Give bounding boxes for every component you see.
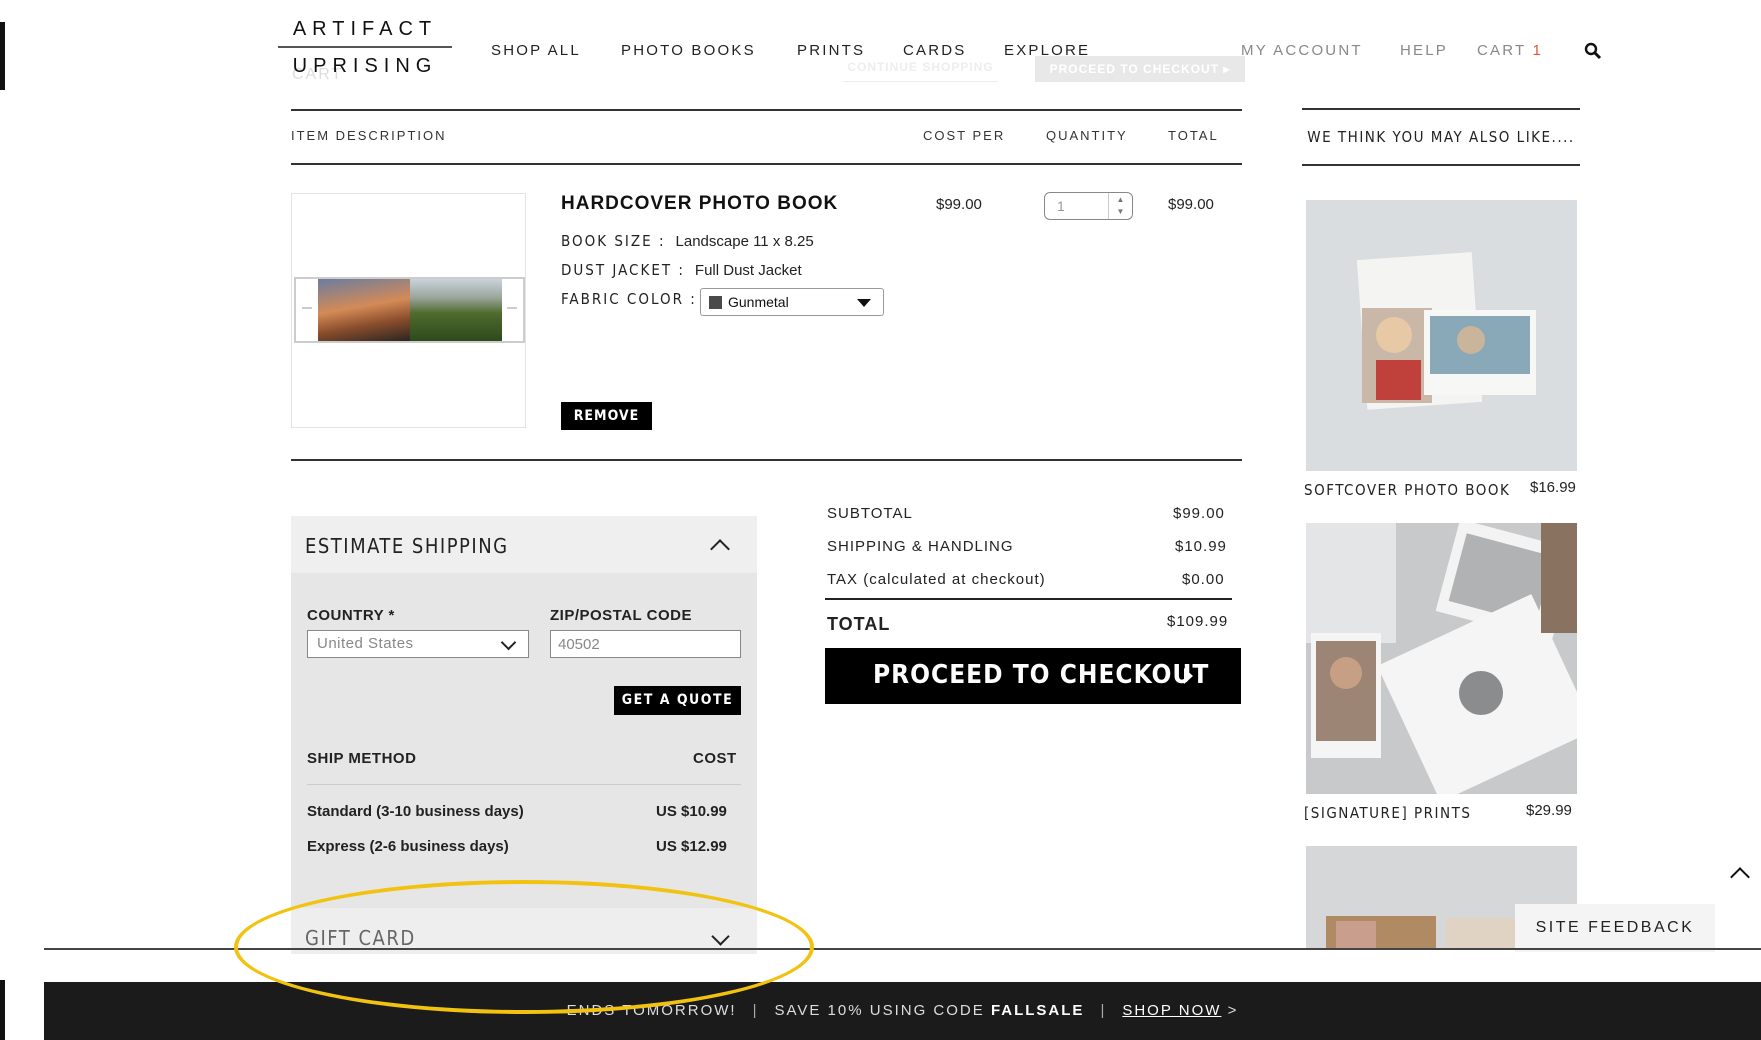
nav-my-account[interactable]: MY ACCOUNT xyxy=(1241,42,1363,59)
logo[interactable]: ARTIFACT UPRISING xyxy=(278,18,452,78)
recommendations-heading: WE THINK YOU MAY ALSO LIKE.... xyxy=(1302,108,1580,166)
nav-photo-books[interactable]: PHOTO BOOKS xyxy=(621,42,756,59)
nav-explore[interactable]: EXPLORE xyxy=(1004,42,1090,59)
checkout-label: PROCEED TO CHECKOUT xyxy=(873,660,1210,690)
nav-help[interactable]: HELP xyxy=(1400,42,1448,59)
option-fabric-color-label: FABRIC COLOR : xyxy=(561,290,707,308)
ship-cost-header: COST xyxy=(693,750,737,767)
nav-shop-all[interactable]: SHOP ALL xyxy=(491,42,581,59)
col-cost-per: COST PER xyxy=(923,128,1006,143)
get-a-quote-button[interactable]: GET A QUOTE xyxy=(614,686,741,715)
subtotal-label: SUBTOTAL xyxy=(827,505,913,522)
ship-method-standard: Standard (3-10 business days) xyxy=(307,803,524,820)
rec-image-prints[interactable] xyxy=(1306,523,1577,794)
item-total: $99.00 xyxy=(1168,196,1214,213)
cart-label: CART xyxy=(1477,42,1527,59)
nav-cards[interactable]: CARDS xyxy=(903,42,967,59)
country-label: COUNTRY * xyxy=(307,607,395,624)
nav-prints[interactable]: PRINTS xyxy=(797,42,865,59)
remove-button[interactable]: REMOVE xyxy=(561,402,652,430)
fabric-swatch xyxy=(709,296,722,309)
nav-cart[interactable]: CART 1 xyxy=(1477,42,1543,59)
promo-code: FALLSALE xyxy=(990,1002,1085,1019)
product-thumbnail[interactable] xyxy=(291,193,526,428)
proceed-to-checkout-top-button[interactable]: PROCEED TO CHECKOUT ▸ xyxy=(1035,56,1245,82)
tax-value: $0.00 xyxy=(1182,571,1225,588)
dust-jacket-label: DUST JACKET : xyxy=(561,261,685,279)
stepper-arrows-icon[interactable]: ▲ ▼ xyxy=(1108,193,1132,219)
site-feedback-button[interactable]: SITE FEEDBACK xyxy=(1515,904,1715,952)
divider xyxy=(307,784,741,785)
promo-shop-now-link[interactable]: SHOP NOW xyxy=(1122,1002,1221,1019)
promo-arrow: > xyxy=(1227,1002,1239,1019)
tax-label: TAX (calculated at checkout) xyxy=(827,571,1046,588)
promo-banner: ENDS TOMORROW! | SAVE 10% USING CODE FALLS… xyxy=(44,982,1761,1040)
country-select[interactable]: United States xyxy=(307,630,529,658)
window-edge xyxy=(0,980,5,1040)
total-value: $109.99 xyxy=(1167,613,1229,630)
ship-cost-express: US $12.99 xyxy=(656,838,727,855)
zip-input[interactable] xyxy=(550,630,741,658)
option-book-size: BOOK SIZE : Landscape 11 x 8.25 xyxy=(561,232,814,250)
proceed-to-checkout-button[interactable]: PROCEED TO CHECKOUT xyxy=(825,648,1241,704)
ship-cost-standard: US $10.99 xyxy=(656,803,727,820)
divider xyxy=(291,459,1242,461)
ship-method-express: Express (2-6 business days) xyxy=(307,838,509,855)
zip-label: ZIP/POSTAL CODE xyxy=(550,607,692,624)
divider xyxy=(291,163,1242,165)
quantity-value: 1 xyxy=(1057,198,1065,214)
chevron-down-icon xyxy=(500,634,517,651)
shipping-label: SHIPPING & HANDLING xyxy=(827,538,1014,555)
fabric-color-label: FABRIC COLOR : xyxy=(561,290,697,308)
book-spread-preview xyxy=(294,277,525,343)
option-dust-jacket: DUST JACKET : Full Dust Jacket xyxy=(561,261,802,279)
photo-sunset xyxy=(318,279,410,341)
logo-line2: UPRISING xyxy=(292,55,438,77)
gift-card-highlight-ellipse xyxy=(234,880,814,1014)
rec-price-prints: $29.99 xyxy=(1526,802,1572,819)
rec-image-softcover[interactable] xyxy=(1306,200,1577,471)
arrow-right-icon xyxy=(1184,668,1193,684)
divider xyxy=(291,109,1242,111)
divider xyxy=(825,598,1232,600)
scroll-to-top-icon[interactable] xyxy=(1730,867,1750,887)
rec-price-softcover: $16.99 xyxy=(1530,479,1576,496)
shipping-value: $10.99 xyxy=(1175,538,1227,555)
book-size-label: BOOK SIZE : xyxy=(561,232,666,250)
rec-name-prints[interactable]: [SIGNATURE] PRINTS xyxy=(1304,804,1471,822)
cart-count: 1 xyxy=(1532,42,1544,59)
product-title: HARDCOVER PHOTO BOOK xyxy=(561,193,839,214)
estimate-shipping-header[interactable]: ESTIMATE SHIPPING xyxy=(291,516,757,573)
fabric-color-select[interactable]: Gunmetal xyxy=(700,288,884,316)
item-cost-per: $99.00 xyxy=(936,196,982,213)
dust-jacket-value: Full Dust Jacket xyxy=(694,262,802,279)
continue-shopping-link[interactable]: CONTINUE SHOPPING xyxy=(843,60,998,82)
total-label: TOTAL xyxy=(827,614,891,634)
search-icon[interactable] xyxy=(1584,42,1602,60)
book-size-value: Landscape 11 x 8.25 xyxy=(675,233,814,250)
quantity-stepper[interactable]: 1 ▲ ▼ xyxy=(1044,192,1133,220)
country-value: United States xyxy=(317,635,414,652)
rec-name-softcover[interactable]: SOFTCOVER PHOTO BOOK xyxy=(1304,481,1510,499)
photo-field xyxy=(410,279,502,341)
caret-down-icon xyxy=(857,299,871,307)
estimate-shipping-title: ESTIMATE SHIPPING xyxy=(305,534,509,558)
chevron-up-icon xyxy=(710,539,730,559)
window-edge xyxy=(0,22,5,90)
col-quantity: QUANTITY xyxy=(1046,128,1128,143)
col-item-description: ITEM DESCRIPTION xyxy=(291,128,447,143)
subtotal-value: $99.00 xyxy=(1173,505,1225,522)
ship-method-header: SHIP METHOD xyxy=(307,750,417,767)
fabric-color-value: Gunmetal xyxy=(728,294,789,310)
logo-line1: ARTIFACT xyxy=(292,18,438,40)
promo-save: SAVE 10% USING CODE xyxy=(774,1002,985,1019)
col-total: TOTAL xyxy=(1168,128,1219,143)
